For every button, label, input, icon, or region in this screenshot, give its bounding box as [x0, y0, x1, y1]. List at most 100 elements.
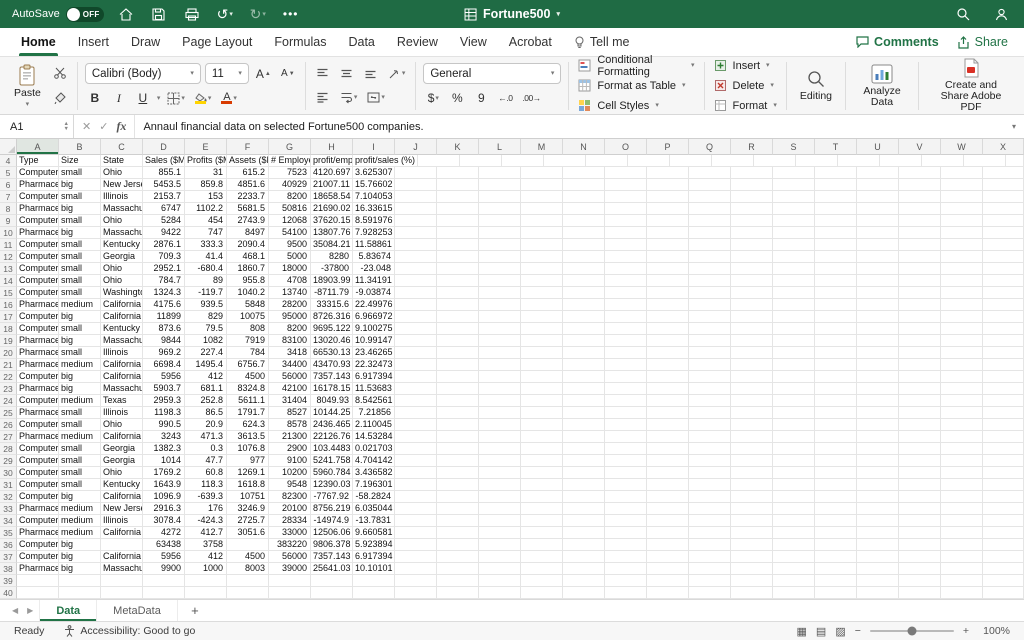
cell-W13[interactable]	[941, 263, 983, 275]
column-header-U[interactable]: U	[857, 139, 899, 155]
cell-W7[interactable]	[941, 191, 983, 203]
cell-O35[interactable]	[605, 527, 647, 539]
cell-P16[interactable]	[647, 299, 689, 311]
cell-N11[interactable]	[563, 239, 605, 251]
cell-T16[interactable]	[815, 299, 857, 311]
align-top-button[interactable]	[313, 64, 333, 84]
cell-D30[interactable]: 1769.2	[143, 467, 185, 479]
cell-R33[interactable]	[731, 503, 773, 515]
row-header-14[interactable]: 14	[0, 275, 17, 287]
cell-M18[interactable]	[521, 323, 563, 335]
cell-W34[interactable]	[941, 515, 983, 527]
cell-G20[interactable]: 3418	[269, 347, 311, 359]
cell-O40[interactable]	[605, 587, 647, 599]
cell-J18[interactable]	[395, 323, 437, 335]
cell-V11[interactable]	[899, 239, 941, 251]
cell-U16[interactable]	[857, 299, 899, 311]
cell-K14[interactable]	[437, 275, 479, 287]
cell-O5[interactable]	[605, 167, 647, 179]
cell-B24[interactable]: medium	[59, 395, 101, 407]
cell-O32[interactable]	[605, 491, 647, 503]
cell-F11[interactable]: 2090.4	[227, 239, 269, 251]
cell-Q40[interactable]	[689, 587, 731, 599]
borders-button[interactable]: ▾	[164, 88, 188, 108]
cell-R7[interactable]	[731, 191, 773, 203]
cell-K19[interactable]	[437, 335, 479, 347]
cell-I16[interactable]: 22.49976	[353, 299, 395, 311]
cell-M27[interactable]	[521, 431, 563, 443]
cell-O8[interactable]	[605, 203, 647, 215]
cell-N23[interactable]	[563, 383, 605, 395]
cell-B14[interactable]: small	[59, 275, 101, 287]
cell-Q6[interactable]	[689, 179, 731, 191]
cell-C31[interactable]: Kentucky	[101, 479, 143, 491]
cell-T11[interactable]	[815, 239, 857, 251]
cell-X40[interactable]	[983, 587, 1024, 599]
cell-J37[interactable]	[395, 551, 437, 563]
cell-M33[interactable]	[521, 503, 563, 515]
column-header-V[interactable]: V	[899, 139, 941, 155]
cell-C30[interactable]: Ohio	[101, 467, 143, 479]
cell-A32[interactable]: Computer	[17, 491, 59, 503]
cell-L20[interactable]	[479, 347, 521, 359]
cell-X37[interactable]	[983, 551, 1024, 563]
cell-F36[interactable]	[227, 539, 269, 551]
cell-K31[interactable]	[437, 479, 479, 491]
cell-D27[interactable]: 3243	[143, 431, 185, 443]
font-name-select[interactable]: Calibri (Body)▾	[85, 63, 201, 84]
cell-I15[interactable]: -9.03874	[353, 287, 395, 299]
cell-B38[interactable]: big	[59, 563, 101, 575]
cell-S36[interactable]	[773, 539, 815, 551]
cell-T22[interactable]	[815, 371, 857, 383]
cell-T14[interactable]	[815, 275, 857, 287]
cell-O25[interactable]	[605, 407, 647, 419]
cell-U37[interactable]	[857, 551, 899, 563]
cell-M12[interactable]	[521, 251, 563, 263]
cell-U36[interactable]	[857, 539, 899, 551]
cell-B30[interactable]: small	[59, 467, 101, 479]
cell-G34[interactable]: 28334	[269, 515, 311, 527]
row-header-5[interactable]: 5	[0, 167, 17, 179]
column-header-P[interactable]: P	[647, 139, 689, 155]
cell-K11[interactable]	[437, 239, 479, 251]
tab-acrobat[interactable]: Acrobat	[498, 28, 563, 56]
sheet-nav-left-icon[interactable]: ◀	[12, 606, 18, 615]
format-painter-button[interactable]	[50, 88, 70, 108]
cell-R4[interactable]	[754, 155, 796, 167]
cell-C29[interactable]: Georgia	[101, 455, 143, 467]
cell-S40[interactable]	[773, 587, 815, 599]
cell-V38[interactable]	[899, 563, 941, 575]
cell-J11[interactable]	[395, 239, 437, 251]
home-button[interactable]	[115, 4, 137, 24]
cell-M24[interactable]	[521, 395, 563, 407]
cell-M36[interactable]	[521, 539, 563, 551]
cell-I5[interactable]: 3.625307	[353, 167, 395, 179]
cell-F24[interactable]: 5611.1	[227, 395, 269, 407]
cell-V13[interactable]	[899, 263, 941, 275]
cell-S39[interactable]	[773, 575, 815, 587]
cell-B25[interactable]: small	[59, 407, 101, 419]
cell-C8[interactable]: Massachus	[101, 203, 143, 215]
cell-X24[interactable]	[983, 395, 1024, 407]
cell-U5[interactable]	[857, 167, 899, 179]
tab-page-layout[interactable]: Page Layout	[171, 28, 263, 56]
cell-C32[interactable]: California	[101, 491, 143, 503]
cell-B6[interactable]: big	[59, 179, 101, 191]
cell-R15[interactable]	[731, 287, 773, 299]
cell-P27[interactable]	[647, 431, 689, 443]
cell-C33[interactable]: New Jersey	[101, 503, 143, 515]
tab-review[interactable]: Review	[386, 28, 449, 56]
cell-S38[interactable]	[773, 563, 815, 575]
cell-N30[interactable]	[563, 467, 605, 479]
cell-L37[interactable]	[479, 551, 521, 563]
editing-menu-button[interactable]: Editing	[794, 67, 838, 104]
cell-H17[interactable]: 8726.316	[311, 311, 353, 323]
zoom-out-button[interactable]: −	[855, 625, 861, 637]
cell-P26[interactable]	[647, 419, 689, 431]
cell-L5[interactable]	[479, 167, 521, 179]
cell-E23[interactable]: 681.1	[185, 383, 227, 395]
undo-button[interactable]: ↺▾	[214, 4, 236, 24]
cell-R17[interactable]	[731, 311, 773, 323]
cell-F31[interactable]: 1618.8	[227, 479, 269, 491]
cell-R27[interactable]	[731, 431, 773, 443]
